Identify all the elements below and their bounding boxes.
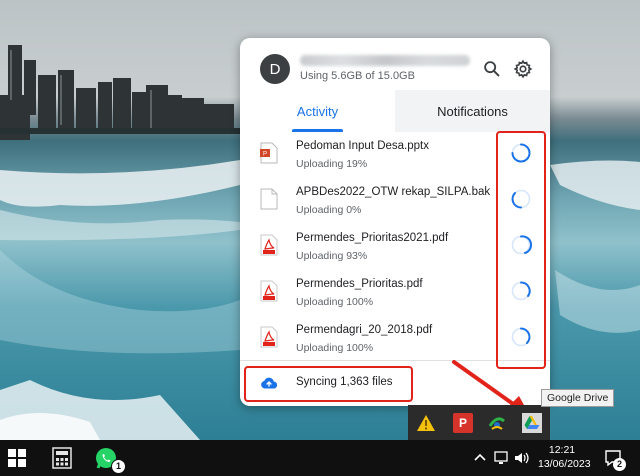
file-status: Uploading 93%: [296, 250, 368, 262]
taskbar-clock[interactable]: 12:21 13/06/2023: [538, 443, 591, 471]
storage-usage-text: Using 5.6GB of 15.0GB: [300, 70, 415, 82]
file-name: Pedoman Input Desa.pptx: [296, 140, 429, 152]
popup-tabs: Activity Notifications: [240, 90, 550, 132]
file-name: APBDes2022_OTW rekap_SILPA.bak: [296, 186, 491, 198]
pdf-file-icon: [260, 326, 278, 348]
whatsapp-unread-badge: 1: [111, 459, 126, 474]
file-status: Uploading 100%: [296, 342, 374, 354]
file-name: Permendes_Prioritas.pdf: [296, 278, 423, 290]
file-status: Uploading 0%: [296, 204, 362, 216]
clock-time: 12:21: [548, 444, 576, 456]
generic-file-icon: [260, 188, 278, 210]
gear-icon[interactable]: [512, 58, 534, 80]
search-icon[interactable]: [481, 58, 503, 80]
pdf-file-icon: [260, 280, 278, 302]
account-email-redacted: [300, 55, 470, 66]
chevron-up-icon[interactable]: [474, 452, 486, 462]
network-icon[interactable]: [493, 450, 509, 466]
file-status: Uploading 100%: [296, 296, 374, 308]
pdf-app-tray-icon[interactable]: P: [453, 413, 473, 433]
tab-activity-label: Activity: [296, 103, 339, 119]
progress-highlight-box: [496, 131, 546, 369]
sync-highlight-box: [244, 366, 413, 402]
google-drive-icon[interactable]: [522, 413, 542, 433]
calculator-icon[interactable]: [52, 447, 72, 469]
clock-date: 13/06/2023: [538, 458, 591, 470]
account-avatar[interactable]: D: [260, 54, 290, 84]
pdf-file-icon: [260, 234, 278, 256]
tab-activity[interactable]: Activity: [240, 90, 395, 132]
volume-icon[interactable]: [513, 450, 531, 466]
notification-count-badge: 2: [613, 458, 626, 471]
tab-notifications[interactable]: Notifications: [395, 90, 550, 132]
file-name: Permendagri_20_2018.pdf: [296, 324, 433, 336]
svg-text:P: P: [263, 152, 267, 158]
network-app-icon[interactable]: [487, 413, 507, 433]
tab-notifications-label: Notifications: [437, 103, 508, 119]
warning-icon[interactable]: [416, 413, 436, 433]
file-status: Uploading 19%: [296, 158, 368, 170]
pptx-file-icon: P: [260, 142, 278, 164]
file-name: Permendes_Prioritas2021.pdf: [296, 232, 449, 244]
windows-start-icon[interactable]: [8, 449, 26, 467]
system-tray-overflow: P: [408, 405, 550, 440]
google-drive-tooltip: Google Drive: [541, 389, 615, 407]
